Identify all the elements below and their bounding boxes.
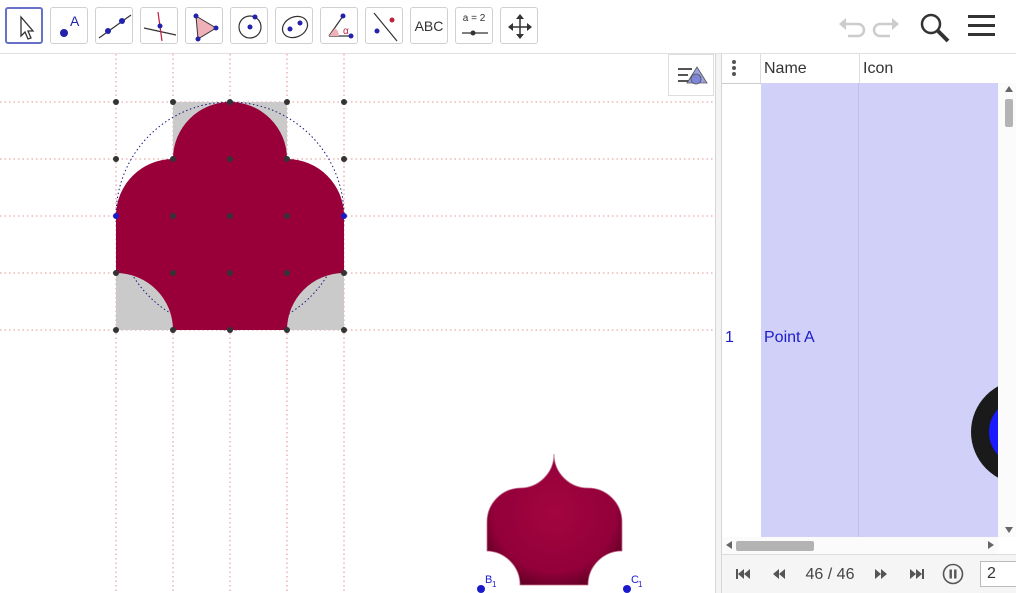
vertical-scroll-thumb[interactable]: [1005, 99, 1013, 127]
menu-icon[interactable]: [966, 11, 996, 41]
vertical-dots-icon[interactable]: [731, 59, 737, 77]
first-step-icon[interactable]: [734, 565, 752, 583]
column-separator: [760, 54, 761, 83]
point-icon: A: [60, 13, 80, 37]
scroll-right-icon[interactable]: [988, 541, 994, 549]
perpendicular-line-icon: [143, 11, 177, 42]
row-highlight-name[interactable]: [761, 83, 859, 537]
column-separator: [859, 54, 860, 83]
playback-speed-input[interactable]: 2: [980, 561, 1016, 587]
point-tool-button[interactable]: A: [50, 7, 88, 44]
move-graphics-tool-button[interactable]: [500, 7, 538, 44]
navigation-bar: 46 / 46 2: [722, 554, 1016, 593]
point-b1-subscript: 1: [492, 580, 497, 589]
scroll-down-icon[interactable]: [1005, 527, 1013, 533]
search-icon[interactable]: [918, 11, 952, 43]
scroll-up-icon[interactable]: [1005, 86, 1013, 92]
angle-tool-button[interactable]: α: [320, 7, 358, 44]
ellipse-icon: [281, 15, 309, 39]
scroll-left-icon[interactable]: [726, 541, 732, 549]
construction-protocol-panel: Name Icon 1 Point A 46 / 46 2: [722, 54, 1016, 593]
horizontal-scrollbar[interactable]: [722, 537, 998, 554]
vertical-scrollbar[interactable]: [998, 83, 1016, 537]
point-icon-cell: [971, 386, 998, 478]
polygon-tool-button[interactable]: [185, 7, 223, 44]
ellipse-tool-button[interactable]: [275, 7, 313, 44]
next-step-icon[interactable]: [872, 565, 890, 583]
style-bar-icon: [678, 66, 708, 85]
toolbar: A α ABC a = 2: [0, 0, 1016, 54]
graphics-view[interactable]: B 1 C 1: [0, 54, 715, 593]
graphics-canvas[interactable]: B 1 C 1: [0, 54, 715, 593]
cursor-arrow-icon: [20, 15, 35, 40]
circle-tool-button[interactable]: [230, 7, 268, 44]
point-b1[interactable]: [477, 585, 485, 593]
row-index: 1: [725, 329, 734, 346]
pause-icon[interactable]: [942, 563, 964, 585]
polygon-icon: [193, 13, 219, 42]
line-through-points-icon: [98, 14, 132, 39]
move-graphics-view-icon: [508, 14, 532, 39]
slider-tool-button[interactable]: a = 2: [455, 7, 493, 44]
angle-tool-label: α: [343, 26, 349, 37]
angle-icon: α: [328, 13, 354, 39]
move-tool-button[interactable]: [5, 7, 43, 44]
text-icon: ABC: [414, 17, 444, 34]
redo-icon[interactable]: [872, 11, 902, 41]
text-tool-button[interactable]: ABC: [410, 7, 448, 44]
step-counter: 46 / 46: [805, 566, 855, 583]
tile-preview-shape: [486, 453, 623, 586]
point-c1-subscript: 1: [638, 580, 643, 589]
point-c1[interactable]: [623, 585, 631, 593]
view-divider[interactable]: [715, 54, 722, 593]
line-tool-button[interactable]: [95, 7, 133, 44]
style-bar-toggle-button[interactable]: [668, 54, 714, 96]
construction-table-header: Name Icon: [722, 54, 1016, 84]
reflect-about-line-icon: [373, 12, 398, 42]
row-name[interactable]: Point A: [764, 329, 815, 347]
circle-center-point-icon: [238, 14, 262, 39]
last-step-icon[interactable]: [908, 565, 926, 583]
column-header-icon[interactable]: Icon: [863, 60, 893, 78]
undo-icon[interactable]: [836, 11, 866, 41]
previous-step-icon[interactable]: [770, 565, 788, 583]
column-header-name[interactable]: Name: [764, 60, 807, 78]
perpendicular-line-tool-button[interactable]: [140, 7, 178, 44]
slider-track-icon: [462, 30, 488, 36]
horizontal-scroll-thumb[interactable]: [736, 541, 814, 551]
reflect-tool-button[interactable]: [365, 7, 403, 44]
point-tool-label: A: [70, 13, 80, 29]
